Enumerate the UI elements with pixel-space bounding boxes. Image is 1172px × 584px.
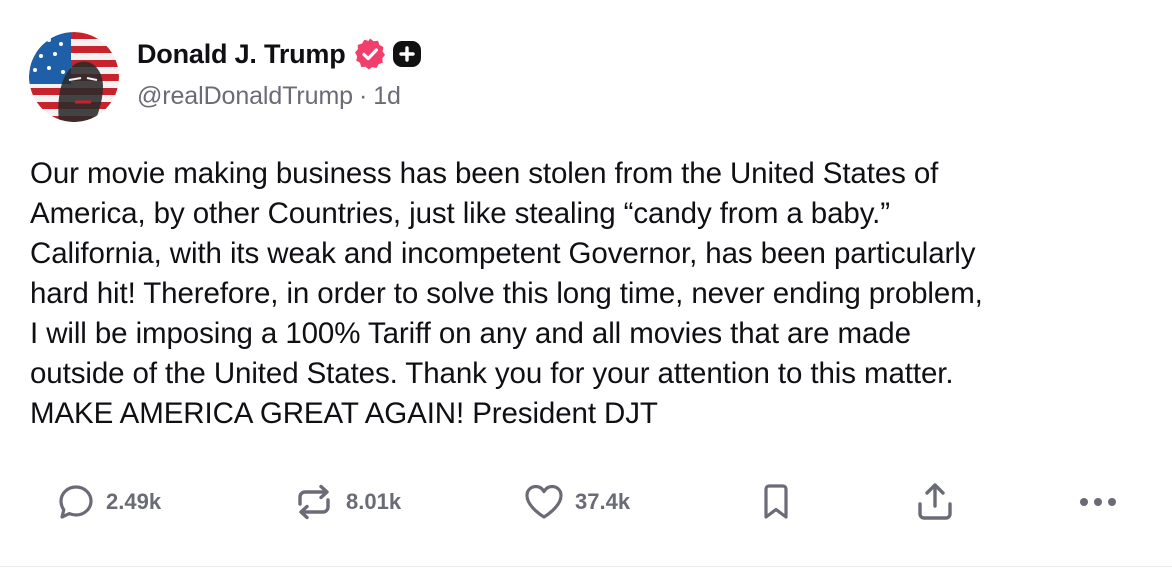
post-body-line: Our movie making business has been stole…: [30, 157, 939, 190]
more-icon: [1080, 498, 1116, 506]
post-body-line: MAKE AMERICA GREAT AGAIN! President DJT: [30, 397, 658, 430]
heart-icon: [525, 484, 563, 519]
post-time[interactable]: 1d: [373, 82, 401, 110]
reply-icon: [59, 485, 93, 519]
bookmark-icon: [764, 484, 788, 519]
verified-badge-icon: [353, 37, 387, 71]
share-icon: [918, 483, 952, 520]
post-body-line: I will be imposing a 100% Tariff on any …: [30, 317, 911, 350]
author-meta: Donald J. Trump @realDonaldTrump · 1d: [137, 32, 423, 111]
separator: ·: [359, 82, 368, 110]
post-body-line: California, with its weak and incompeten…: [30, 237, 976, 270]
plus-badge-icon: [391, 38, 423, 70]
post-body-line: hard hit! Therefore, in order to solve t…: [30, 277, 983, 310]
reply-button[interactable]: 2.49k: [56, 476, 161, 528]
like-button[interactable]: 37.4k: [523, 476, 630, 528]
avatar[interactable]: [29, 32, 119, 122]
author-name[interactable]: Donald J. Trump: [137, 39, 346, 70]
avatar-portrait-flag: [29, 32, 119, 122]
like-count: 37.4k: [575, 489, 631, 514]
repost-icon: [298, 484, 330, 520]
more-button[interactable]: [1076, 476, 1120, 528]
post-body-line: America, by other Countries, just like s…: [30, 197, 890, 230]
post-body: Our movie making business has been stole…: [30, 154, 1155, 434]
repost-count: 8.01k: [346, 489, 402, 514]
share-button[interactable]: [913, 476, 957, 528]
reply-count: 2.49k: [106, 489, 162, 514]
name-row: Donald J. Trump: [137, 36, 423, 72]
handle-row: @realDonaldTrump · 1d: [137, 82, 423, 111]
bookmark-button[interactable]: [758, 476, 794, 528]
author-handle[interactable]: @realDonaldTrump: [137, 82, 353, 110]
post-header: Donald J. Trump @realDonaldTrump · 1d: [29, 32, 423, 122]
repost-button[interactable]: 8.01k: [292, 476, 401, 528]
post-card: Donald J. Trump @realDonaldTrump · 1d Ou…: [0, 0, 1172, 567]
post-body-line: outside of the United States. Thank you …: [30, 357, 954, 390]
action-bar: 2.49k 8.01k 37.4k: [0, 476, 1172, 528]
